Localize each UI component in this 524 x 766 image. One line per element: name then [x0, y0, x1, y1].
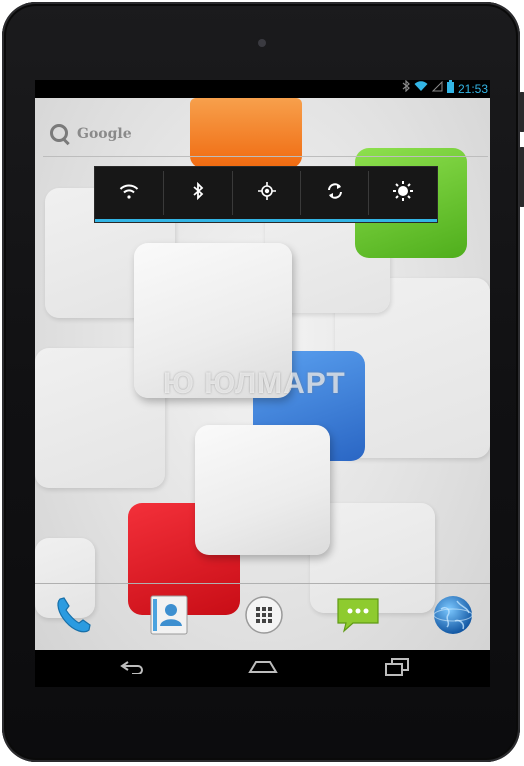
recent-apps-button[interactable]: [367, 650, 427, 687]
google-label: Google: [77, 126, 132, 142]
all-apps-button[interactable]: [239, 592, 289, 642]
search-bar-underline: [43, 156, 488, 157]
bluetooth-icon: [192, 181, 204, 205]
browser-app[interactable]: [428, 592, 478, 642]
volume-button: [519, 147, 524, 207]
messaging-app[interactable]: [333, 592, 383, 642]
brightness-toggle[interactable]: [369, 167, 437, 219]
bluetooth-icon: [402, 80, 410, 98]
navigation-bar: [35, 650, 490, 687]
home-icon: [248, 659, 278, 678]
status-icons: 21:53: [402, 80, 488, 98]
back-icon: [120, 659, 146, 678]
front-camera: [258, 39, 266, 47]
recent-apps-icon: [384, 657, 410, 680]
wifi-icon: [119, 183, 139, 204]
contacts-icon: [147, 593, 191, 641]
wallpaper-tile-white: [195, 425, 330, 555]
browser-globe-icon: [431, 593, 475, 641]
device-screen: 21:53 Google Ю ЮЛМАРТ: [35, 80, 490, 687]
home-button[interactable]: [233, 650, 293, 687]
phone-app[interactable]: [49, 592, 99, 642]
power-button: [519, 92, 524, 132]
wifi-icon: [414, 80, 428, 98]
gps-icon: [258, 181, 276, 205]
sync-icon: [326, 182, 344, 205]
status-bar: 21:53: [35, 80, 490, 98]
power-control-widget: [94, 166, 438, 223]
google-search-bar[interactable]: Google: [43, 114, 483, 154]
phone-icon: [52, 593, 96, 641]
widget-indicator-bar: [95, 219, 437, 222]
search-icon: [49, 123, 71, 145]
battery-icon: [446, 80, 454, 99]
clock: 21:53: [457, 82, 488, 96]
back-button[interactable]: [103, 650, 163, 687]
messaging-icon: [335, 593, 381, 641]
no-sim-icon: [431, 80, 443, 98]
brightness-icon: [393, 180, 413, 206]
watermark: Ю ЮЛМАРТ: [163, 367, 346, 400]
bluetooth-toggle[interactable]: [164, 167, 232, 219]
dock-divider: [35, 583, 490, 584]
contacts-app[interactable]: [144, 592, 194, 642]
app-drawer-icon: [244, 595, 284, 639]
wifi-toggle[interactable]: [95, 167, 163, 219]
sync-toggle[interactable]: [301, 167, 369, 219]
gps-toggle[interactable]: [233, 167, 301, 219]
